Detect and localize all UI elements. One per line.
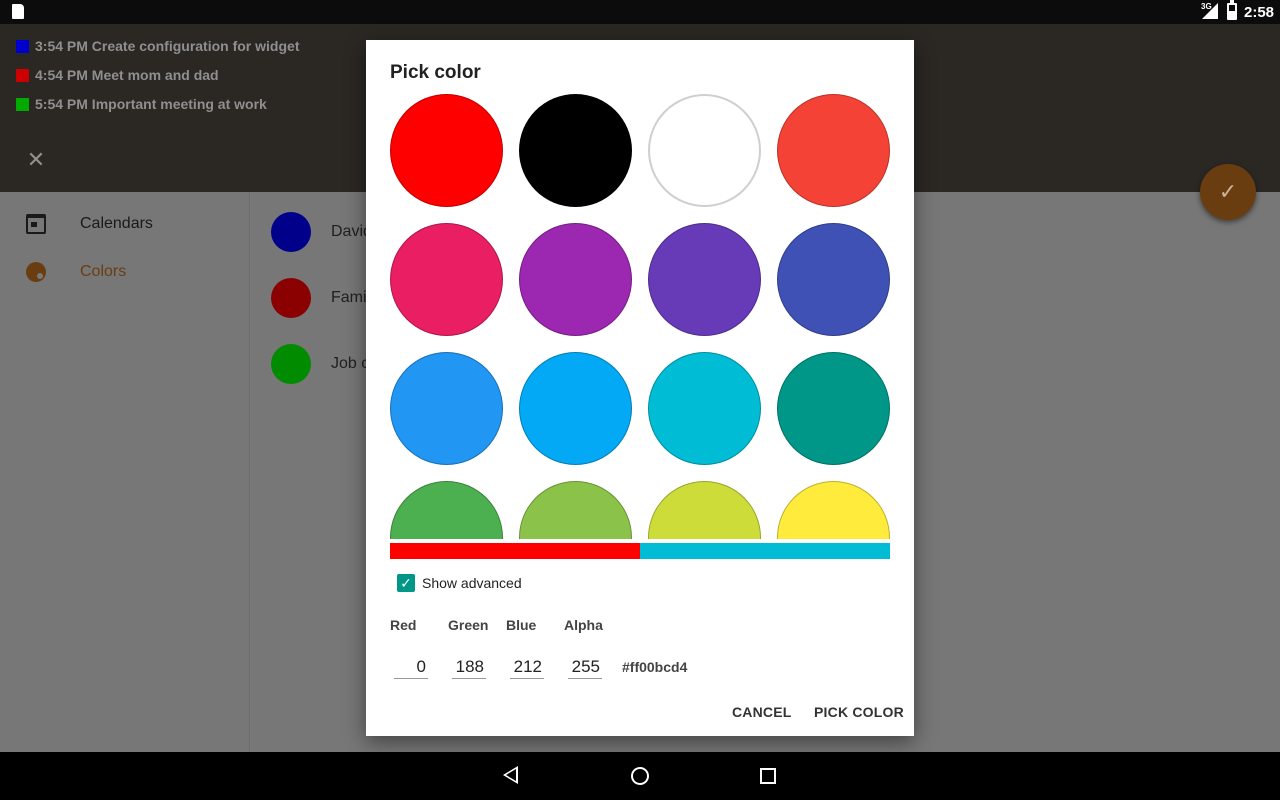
calendar-color-dot (271, 212, 311, 252)
color-compare-strip (390, 543, 890, 559)
check-icon: ✓ (1218, 179, 1238, 204)
calendar-row[interactable]: David (271, 212, 372, 252)
color-swatch[interactable] (777, 481, 890, 539)
blue-input[interactable] (510, 655, 544, 679)
sidebar: Calendars Colors (0, 192, 250, 752)
color-swatch[interactable] (390, 223, 503, 336)
color-swatch[interactable] (390, 94, 503, 207)
status-clock: 2:58 (1244, 4, 1275, 21)
event-text: 4:54 PM Meet mom and dad (35, 67, 219, 83)
pick-color-dialog: Pick color ✓ Show advanced Red Green Blu… (366, 40, 914, 736)
event-item[interactable]: 4:54 PM Meet mom and dad (16, 65, 219, 85)
color-swatch[interactable] (390, 352, 503, 465)
confirm-fab[interactable]: ✓ (1200, 164, 1256, 220)
alpha-input[interactable] (568, 655, 602, 679)
color-swatch[interactable] (519, 94, 632, 207)
event-color-swatch (16, 68, 29, 82)
event-item[interactable]: 5:54 PM Important meeting at work (16, 94, 267, 114)
color-swatch[interactable] (648, 223, 761, 336)
show-advanced-checkbox[interactable]: ✓ (397, 574, 415, 592)
sidebar-item-colors[interactable]: Colors (0, 248, 250, 296)
green-label: Green (448, 617, 489, 633)
event-color-swatch (16, 97, 29, 111)
status-bar: 3G 2:58 (0, 0, 1280, 24)
navigation-bar (0, 752, 1280, 800)
network-type: 3G (1201, 2, 1212, 11)
calendar-color-dot (271, 278, 311, 318)
home-icon[interactable] (631, 767, 649, 785)
pick-color-button[interactable]: PICK COLOR (814, 704, 904, 720)
color-swatch[interactable] (519, 352, 632, 465)
calendar-row[interactable]: Job c (271, 344, 369, 384)
blue-label: Blue (506, 617, 537, 633)
color-swatch[interactable] (519, 481, 632, 539)
color-swatch[interactable] (648, 481, 761, 539)
alpha-label: Alpha (564, 617, 603, 633)
hex-value: #ff00bcd4 (622, 659, 688, 675)
sidebar-item-label: Colors (80, 263, 127, 280)
sidebar-item-label: Calendars (80, 215, 153, 232)
back-icon[interactable] (503, 766, 518, 784)
red-label: Red (390, 617, 417, 633)
color-swatch-grid (390, 94, 890, 539)
sidebar-item-calendars[interactable]: Calendars (0, 200, 250, 248)
event-item[interactable]: 3:54 PM Create configuration for widget (16, 36, 299, 56)
show-advanced-label[interactable]: Show advanced (422, 575, 522, 591)
new-color-preview (640, 543, 890, 559)
color-swatch[interactable] (777, 223, 890, 336)
color-swatch[interactable] (519, 223, 632, 336)
close-icon[interactable]: ✕ (26, 149, 46, 171)
color-swatch[interactable] (648, 352, 761, 465)
sd-card-icon (12, 4, 24, 19)
event-text: 3:54 PM Create configuration for widget (35, 38, 300, 54)
palette-icon (26, 262, 46, 282)
color-swatch[interactable] (648, 94, 761, 207)
event-text: 5:54 PM Important meeting at work (35, 96, 267, 112)
calendar-row[interactable]: Family (271, 278, 378, 318)
recents-icon[interactable] (760, 768, 776, 784)
cancel-button[interactable]: CANCEL (732, 704, 792, 720)
calendar-name: Job c (331, 355, 370, 372)
green-input[interactable] (452, 655, 486, 679)
battery-icon (1227, 0, 1237, 20)
color-swatch[interactable] (777, 352, 890, 465)
calendar-icon (26, 214, 46, 234)
old-color-preview (390, 543, 640, 559)
calendar-color-dot (271, 344, 311, 384)
color-swatch[interactable] (777, 94, 890, 207)
red-input[interactable] (394, 655, 428, 679)
color-swatch[interactable] (390, 481, 503, 539)
dialog-title: Pick color (390, 62, 481, 83)
event-color-swatch (16, 39, 29, 53)
